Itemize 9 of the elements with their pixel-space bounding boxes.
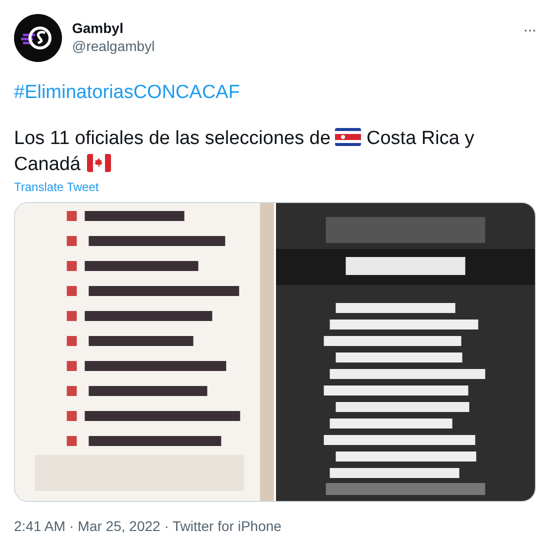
- more-button[interactable]: ···: [523, 22, 536, 40]
- avatar-icon[interactable]: [14, 14, 62, 62]
- tweet-text: Los 11 oficiales de las selecciones de: [14, 128, 331, 149]
- tweet-text: Canadá: [14, 154, 81, 175]
- tweet-text: Costa Rica y: [366, 128, 474, 149]
- flag-icon: [334, 128, 361, 146]
- author-handle[interactable]: @realgambyl: [72, 38, 514, 54]
- tweet-timestamp: 2:41 AM · Mar 25, 2022 · Twitter for iPhone: [14, 518, 282, 534]
- author-name[interactable]: Gambyl: [72, 20, 514, 36]
